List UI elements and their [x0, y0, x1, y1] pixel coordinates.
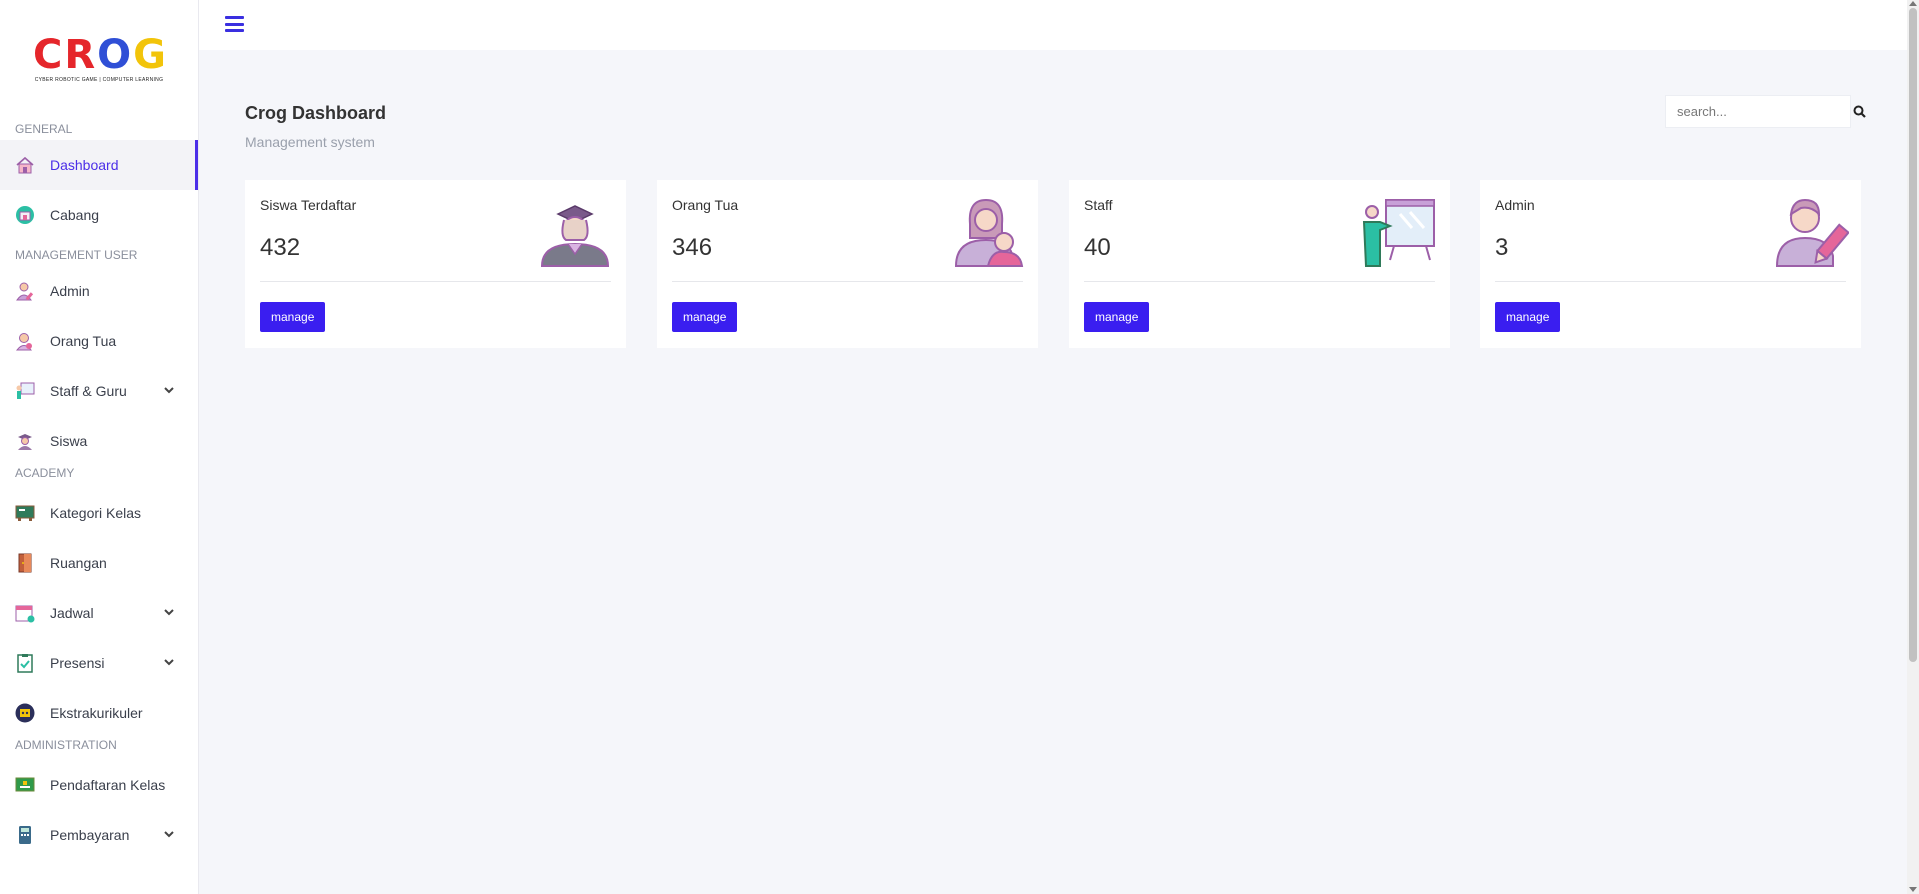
logo-tagline: CYBER ROBOTIC GAME | COMPUTER LEARNING: [34, 77, 164, 83]
manage-button[interactable]: manage: [672, 302, 738, 332]
sidebar-item-staff-guru[interactable]: Staff & Guru: [0, 366, 198, 416]
sidebar-item-label: Dashboard: [50, 157, 119, 173]
section-academy: ACADEMY: [15, 466, 75, 480]
parent-icon: [15, 331, 35, 351]
stat-card-admin: Admin 3 manage: [1480, 180, 1861, 348]
menu-toggle-icon[interactable]: [225, 16, 244, 32]
sidebar-item-label: Pembayaran: [50, 827, 130, 843]
sidebar-item-jadwal[interactable]: Jadwal: [0, 588, 198, 638]
sidebar-item-admin[interactable]: Admin: [0, 266, 198, 316]
registration-icon: [15, 775, 35, 795]
chevron-down-icon[interactable]: [164, 829, 174, 839]
manage-button[interactable]: manage: [260, 302, 326, 332]
sidebar-item-label: Kategori Kelas: [50, 505, 142, 521]
sidebar-item-pembayaran[interactable]: Pembayaran: [0, 810, 198, 860]
manage-button[interactable]: manage: [1084, 302, 1150, 332]
section-administration: ADMINISTRATION: [15, 738, 117, 752]
calendar-icon: [15, 603, 35, 623]
sidebar-item-presensi[interactable]: Presensi: [0, 638, 198, 688]
card-divider: [260, 281, 611, 282]
sidebar-item-label: Cabang: [50, 207, 100, 223]
sidebar-item-label: Siswa: [50, 433, 88, 449]
sidebar-item-label: Admin: [50, 283, 90, 299]
sidebar-item-label: Ekstrakurikuler: [50, 705, 143, 721]
search-input[interactable]: [1666, 96, 1853, 127]
section-management-user: MANAGEMENT USER: [15, 248, 138, 262]
logo-letters: C R O G: [32, 32, 166, 78]
door-icon: [15, 553, 35, 573]
class-category-icon: [15, 503, 35, 523]
chevron-down-icon[interactable]: [164, 607, 174, 617]
sidebar-item-label: Orang Tua: [50, 333, 117, 349]
manage-button[interactable]: manage: [1495, 302, 1561, 332]
sidebar-item-ruangan[interactable]: Ruangan: [0, 538, 198, 588]
sidebar-item-label: Ruangan: [50, 555, 107, 571]
sidebar-item-siswa[interactable]: Siswa: [0, 416, 198, 466]
mother-child-icon: [954, 198, 1024, 267]
card-divider: [1495, 281, 1846, 282]
card-divider: [672, 281, 1023, 282]
graduate-student-icon: [540, 205, 610, 267]
sidebar-item-label: Presensi: [50, 655, 105, 671]
building-icon: [15, 205, 35, 225]
chevron-down-icon[interactable]: [164, 657, 174, 667]
card-title: Admin: [1495, 197, 1535, 213]
student-icon: [15, 431, 35, 451]
logo[interactable]: C R O G CYBER ROBOTIC GAME | COMPUTER LE…: [0, 0, 198, 118]
sidebar-item-cabang[interactable]: Cabang: [0, 190, 198, 240]
topbar: [199, 0, 1907, 50]
stat-card-staff: Staff 40 manage: [1069, 180, 1450, 348]
sidebar-item-label: Jadwal: [50, 605, 94, 621]
logo-letter-r: R: [64, 32, 95, 78]
card-divider: [1084, 281, 1435, 282]
scroll-up-arrow-icon[interactable]: [1909, 1, 1917, 6]
search-icon[interactable]: [1853, 96, 1866, 127]
home-icon: [15, 155, 35, 175]
card-value: 40: [1084, 234, 1111, 261]
presenter-board-icon: [1362, 199, 1435, 267]
sidebar-item-orang-tua[interactable]: Orang Tua: [0, 316, 198, 366]
sidebar: C R O G CYBER ROBOTIC GAME | COMPUTER LE…: [0, 0, 199, 894]
payment-icon: [15, 825, 35, 845]
admin-pencil-icon: [1775, 198, 1849, 267]
logo-letter-o: O: [97, 32, 131, 78]
chevron-down-icon[interactable]: [164, 385, 174, 395]
scroll-down-arrow-icon[interactable]: [1909, 887, 1917, 892]
card-title: Siswa Terdaftar: [260, 197, 357, 213]
card-value: 432: [260, 234, 301, 261]
robot-icon: [15, 703, 35, 723]
sidebar-item-pendaftaran-kelas[interactable]: Pendaftaran Kelas: [0, 760, 198, 810]
logo-letter-c: C: [32, 32, 62, 78]
teacher-icon: [15, 381, 35, 401]
sidebar-item-label: Pendaftaran Kelas: [50, 777, 166, 793]
card-title: Orang Tua: [672, 197, 739, 213]
sidebar-item-kategori-kelas[interactable]: Kategori Kelas: [0, 488, 198, 538]
page-subtitle: Management system: [245, 134, 375, 150]
sidebar-item-ekstrakurikuler[interactable]: Ekstrakurikuler: [0, 688, 198, 738]
scrollbar[interactable]: [1907, 0, 1919, 894]
stat-card-siswa: Siswa Terdaftar 432 manage: [245, 180, 626, 348]
search-box: [1665, 95, 1866, 128]
card-value: 346: [672, 234, 713, 261]
stat-card-orang-tua: Orang Tua 346 manage: [657, 180, 1038, 348]
logo-letter-g: G: [133, 32, 166, 78]
section-general: GENERAL: [15, 122, 73, 136]
card-title: Staff: [1084, 197, 1113, 213]
clipboard-icon: [15, 653, 35, 673]
card-value: 3: [1495, 234, 1509, 261]
sidebar-item-label: Staff & Guru: [50, 383, 127, 399]
admin-user-icon: [15, 281, 35, 301]
page-title: Crog Dashboard: [245, 103, 387, 123]
sidebar-item-dashboard[interactable]: Dashboard: [0, 140, 198, 190]
scroll-thumb[interactable]: [1909, 8, 1917, 662]
